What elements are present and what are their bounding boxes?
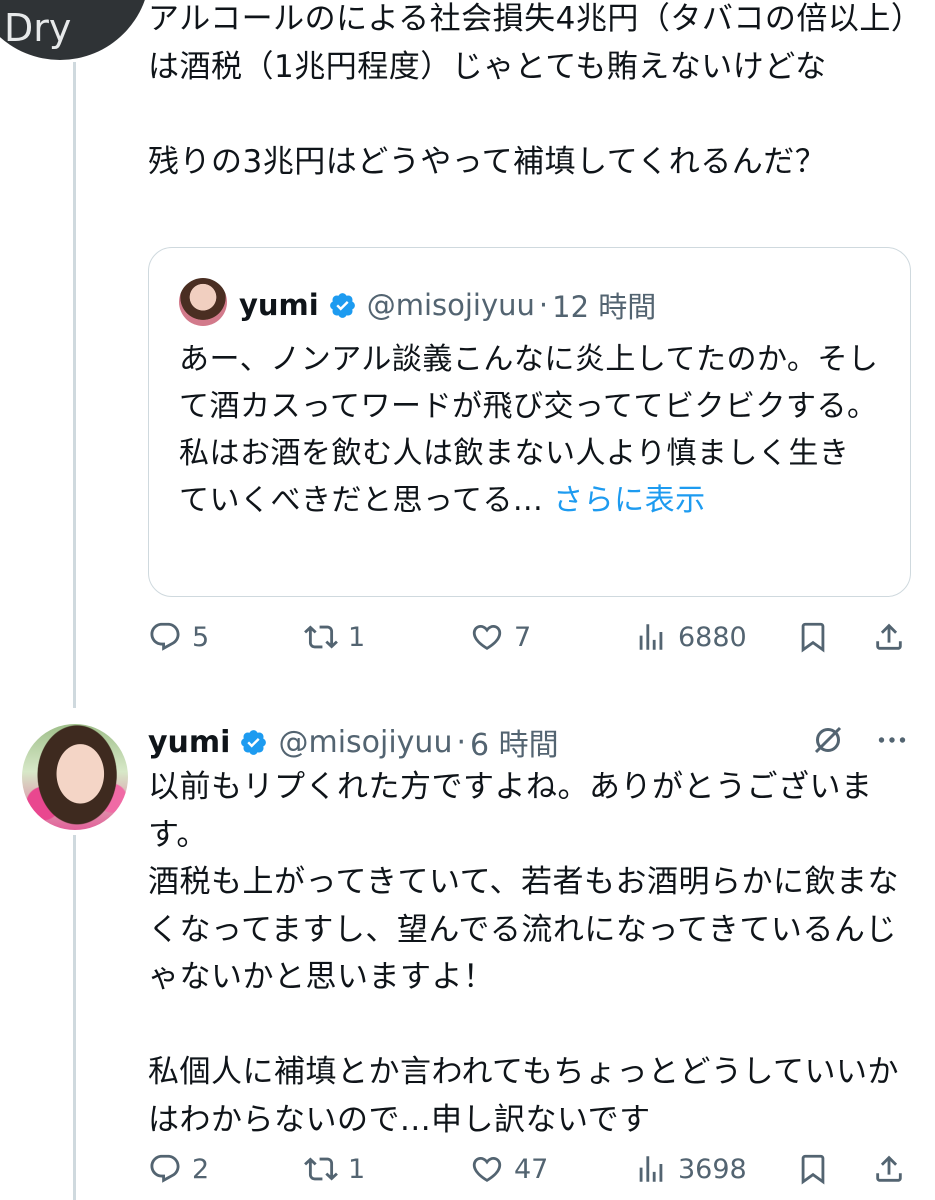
repost-icon — [304, 1157, 338, 1181]
view-count: 3698 — [678, 1153, 747, 1185]
bookmark-icon — [801, 1154, 825, 1185]
share-icon — [876, 623, 902, 650]
like-icon — [472, 1156, 502, 1182]
quoted-time[interactable]: 12 時間 — [552, 284, 656, 326]
avatar[interactable] — [22, 724, 128, 830]
bookmark-button[interactable] — [796, 620, 830, 654]
like-count: 7 — [514, 621, 532, 653]
quoted-text: あー、ノンアル談義こんなに炎上してたのか。そして酒カスってワードが飛び交っててビ… — [179, 336, 879, 524]
like-icon — [472, 624, 502, 650]
reply-button[interactable]: 2 — [148, 1152, 209, 1186]
repost-count: 1 — [348, 1153, 366, 1185]
reply-count: 2 — [192, 1153, 210, 1185]
quoted-header: yumi @misojiyuu · 12 時間 — [239, 284, 656, 326]
reply-button[interactable]: 5 — [148, 620, 209, 654]
more-icon[interactable] — [874, 722, 910, 758]
verified-badge-icon — [241, 729, 267, 755]
thread-line — [73, 62, 76, 708]
like-count: 47 — [514, 1153, 549, 1185]
action-bar: 2 1 47 3698 — [148, 1152, 911, 1196]
repost-icon — [304, 625, 338, 649]
action-bar: 5 1 7 6880 — [148, 620, 911, 664]
repost-button[interactable]: 1 — [304, 1152, 365, 1186]
show-more-link[interactable]: さらに表示 — [553, 483, 706, 518]
like-button[interactable]: 47 — [470, 1152, 548, 1186]
quoted-handle[interactable]: @misojiyuu — [367, 288, 535, 322]
quoted-body: あー、ノンアル談義こんなに炎上してたのか。そして酒カスってワードが飛び交っててビ… — [179, 342, 879, 518]
share-button[interactable] — [872, 620, 906, 654]
views-icon — [639, 1156, 663, 1182]
separator-dot: · — [538, 288, 549, 322]
tweet-time[interactable]: 6 時間 — [470, 720, 559, 764]
repost-count: 1 — [348, 621, 366, 653]
avatar[interactable]: Dry — [0, 0, 150, 60]
like-button[interactable]: 7 — [470, 620, 531, 654]
thread-line — [73, 835, 76, 1200]
share-icon — [876, 1155, 902, 1182]
verified-badge-icon — [329, 292, 355, 318]
repost-button[interactable]: 1 — [304, 620, 365, 654]
bookmark-icon — [801, 622, 825, 653]
user-name[interactable]: yumi — [148, 725, 230, 760]
views-button[interactable]: 3698 — [634, 1152, 747, 1186]
tweet-text: アルコールのによる社会損失4兆円（タバコの倍以上）は酒税（1兆円程度）じゃとても… — [148, 1, 907, 180]
share-button[interactable] — [872, 1152, 906, 1186]
reply-count: 5 — [192, 621, 210, 653]
quoted-tweet[interactable]: yumi @misojiyuu · 12 時間 あー、ノンアル談義こんなに炎上し… — [148, 247, 911, 597]
reply-icon — [150, 622, 180, 651]
view-count: 6880 — [678, 621, 747, 653]
views-button[interactable]: 6880 — [634, 620, 747, 654]
quoted-name: yumi — [239, 288, 319, 322]
separator-dot: · — [456, 724, 467, 760]
reply-icon — [150, 1154, 180, 1183]
user-handle[interactable]: @misojiyuu — [278, 725, 452, 760]
quoted-avatar — [179, 278, 227, 326]
grok-icon[interactable] — [810, 722, 846, 758]
tweet-header: yumi @misojiyuu · 6 時間 — [148, 720, 559, 764]
tweet-top-icons — [810, 722, 910, 758]
bookmark-button[interactable] — [796, 1152, 830, 1186]
tweet-text: 以前もリプくれた方ですよね。ありがとうございます。 酒税も上がってきていて、若者… — [148, 769, 900, 1138]
avatar-text: Dry — [4, 6, 72, 50]
views-icon — [639, 624, 663, 650]
